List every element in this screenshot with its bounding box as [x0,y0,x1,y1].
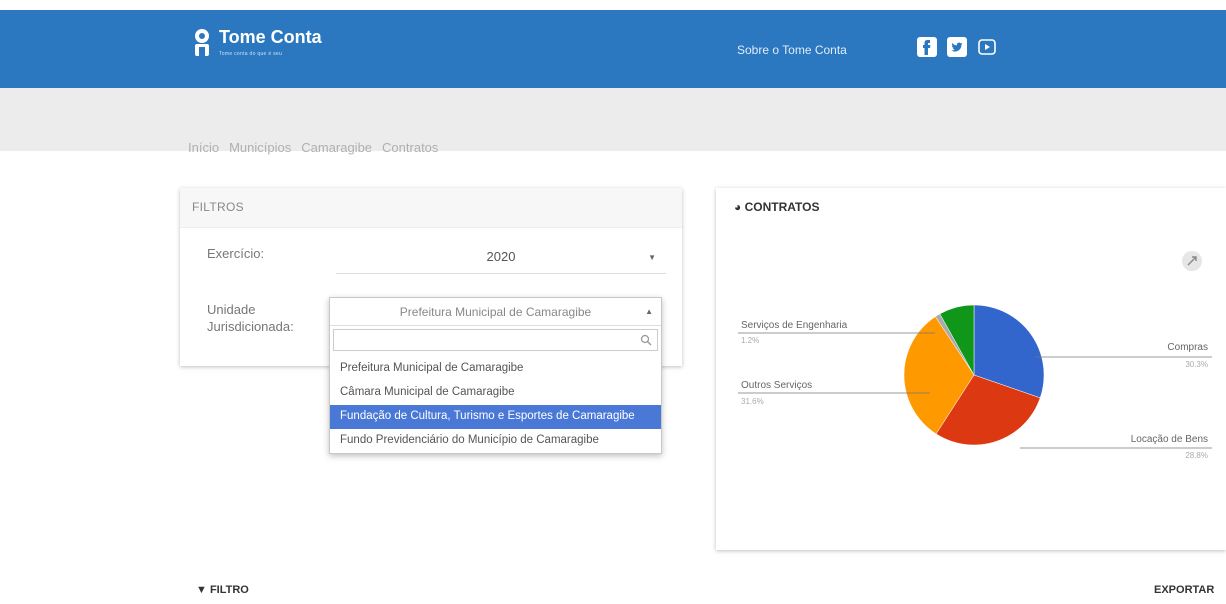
brand-tagline: Tome conta do que é seu [219,50,283,57]
export-button[interactable]: EXPORTAR [1154,584,1214,596]
unidade-option[interactable]: Fundo Previdenciário do Município de Cam… [330,429,661,453]
breadcrumb-camaragibe[interactable]: Camaragibe [301,140,372,155]
top-navbar: Tome Conta Tome conta do que é seu Sobre… [0,10,1226,88]
unidade-option[interactable]: Fundação de Cultura, Turismo e Esportes … [330,405,661,429]
brand-name: Tome Conta [219,26,322,47]
pct-compras: 30.3% [1185,360,1208,369]
unidade-label-line1: Unidade [207,302,256,317]
bottom-filter-button[interactable]: ▼ FILTRO [196,584,249,596]
label-outros-servicos: Outros Serviços [741,380,813,391]
pct-outros-servicos: 31.6% [741,397,764,406]
exercicio-label: Exercício: [207,246,265,261]
exercicio-value: 2020 [486,249,516,264]
unidade-select[interactable]: Prefeitura Municipal de Camaragibe ▲ [330,298,661,326]
pct-servicos-engenharia: 1.2% [741,336,760,345]
breadcrumb-contratos: Contratos [382,140,439,155]
label-compras: Compras [1167,342,1208,353]
unidade-search-input[interactable] [333,329,658,351]
breadcrumb-inicio[interactable]: Início [188,140,219,155]
unidade-dropdown[interactable]: Prefeitura Municipal de Camaragibe ▲ Pre… [329,297,662,454]
contracts-title-text: CONTRATOS [744,200,820,214]
filters-title: FILTROS [192,200,244,214]
contracts-title: ◕ CONTRATOS [734,200,819,214]
about-link[interactable]: Sobre o Tome Conta [737,43,847,57]
unidade-option[interactable]: Câmara Municipal de Camaragibe [330,381,661,405]
logo-icon [193,27,211,57]
filters-card-header: FILTROS [180,188,682,228]
unidade-label: Unidade Jurisdicionada: [207,301,294,335]
unidade-label-line2: Jurisdicionada: [207,319,294,334]
pct-locacao-bens: 28.8% [1185,451,1208,460]
label-locacao-bens: Locação de Bens [1130,434,1208,445]
contracts-card [716,188,1226,550]
breadcrumb: Início Municípios Camaragibe Contratos [188,140,438,155]
caret-down-icon: ▼ [648,253,656,262]
youtube-icon[interactable] [977,37,997,57]
twitter-icon[interactable] [947,37,967,57]
unidade-option[interactable]: Prefeitura Municipal de Camaragibe [330,357,661,381]
funnel-icon: ▼ [196,584,207,596]
exercicio-select[interactable]: 2020 ▼ [336,240,666,274]
bottom-filter-label: FILTRO [209,584,249,596]
brand-logo[interactable]: Tome Conta Tome conta do que é seu [193,27,322,57]
expand-icon[interactable] [1181,250,1203,277]
unidade-options-list: Prefeitura Municipal de Camaragibe Câmara… [330,357,661,453]
breadcrumb-bar: Início Municípios Camaragibe Contratos [0,88,1226,155]
facebook-icon[interactable] [917,37,937,57]
label-servicos-engenharia: Serviços de Engenharia [741,320,848,331]
pie-chart-icon: ◕ [734,200,742,214]
caret-up-icon: ▲ [645,307,653,316]
search-icon [640,333,652,351]
breadcrumb-municipios[interactable]: Municípios [229,140,291,155]
unidade-selected-value: Prefeitura Municipal de Camaragibe [399,305,592,319]
